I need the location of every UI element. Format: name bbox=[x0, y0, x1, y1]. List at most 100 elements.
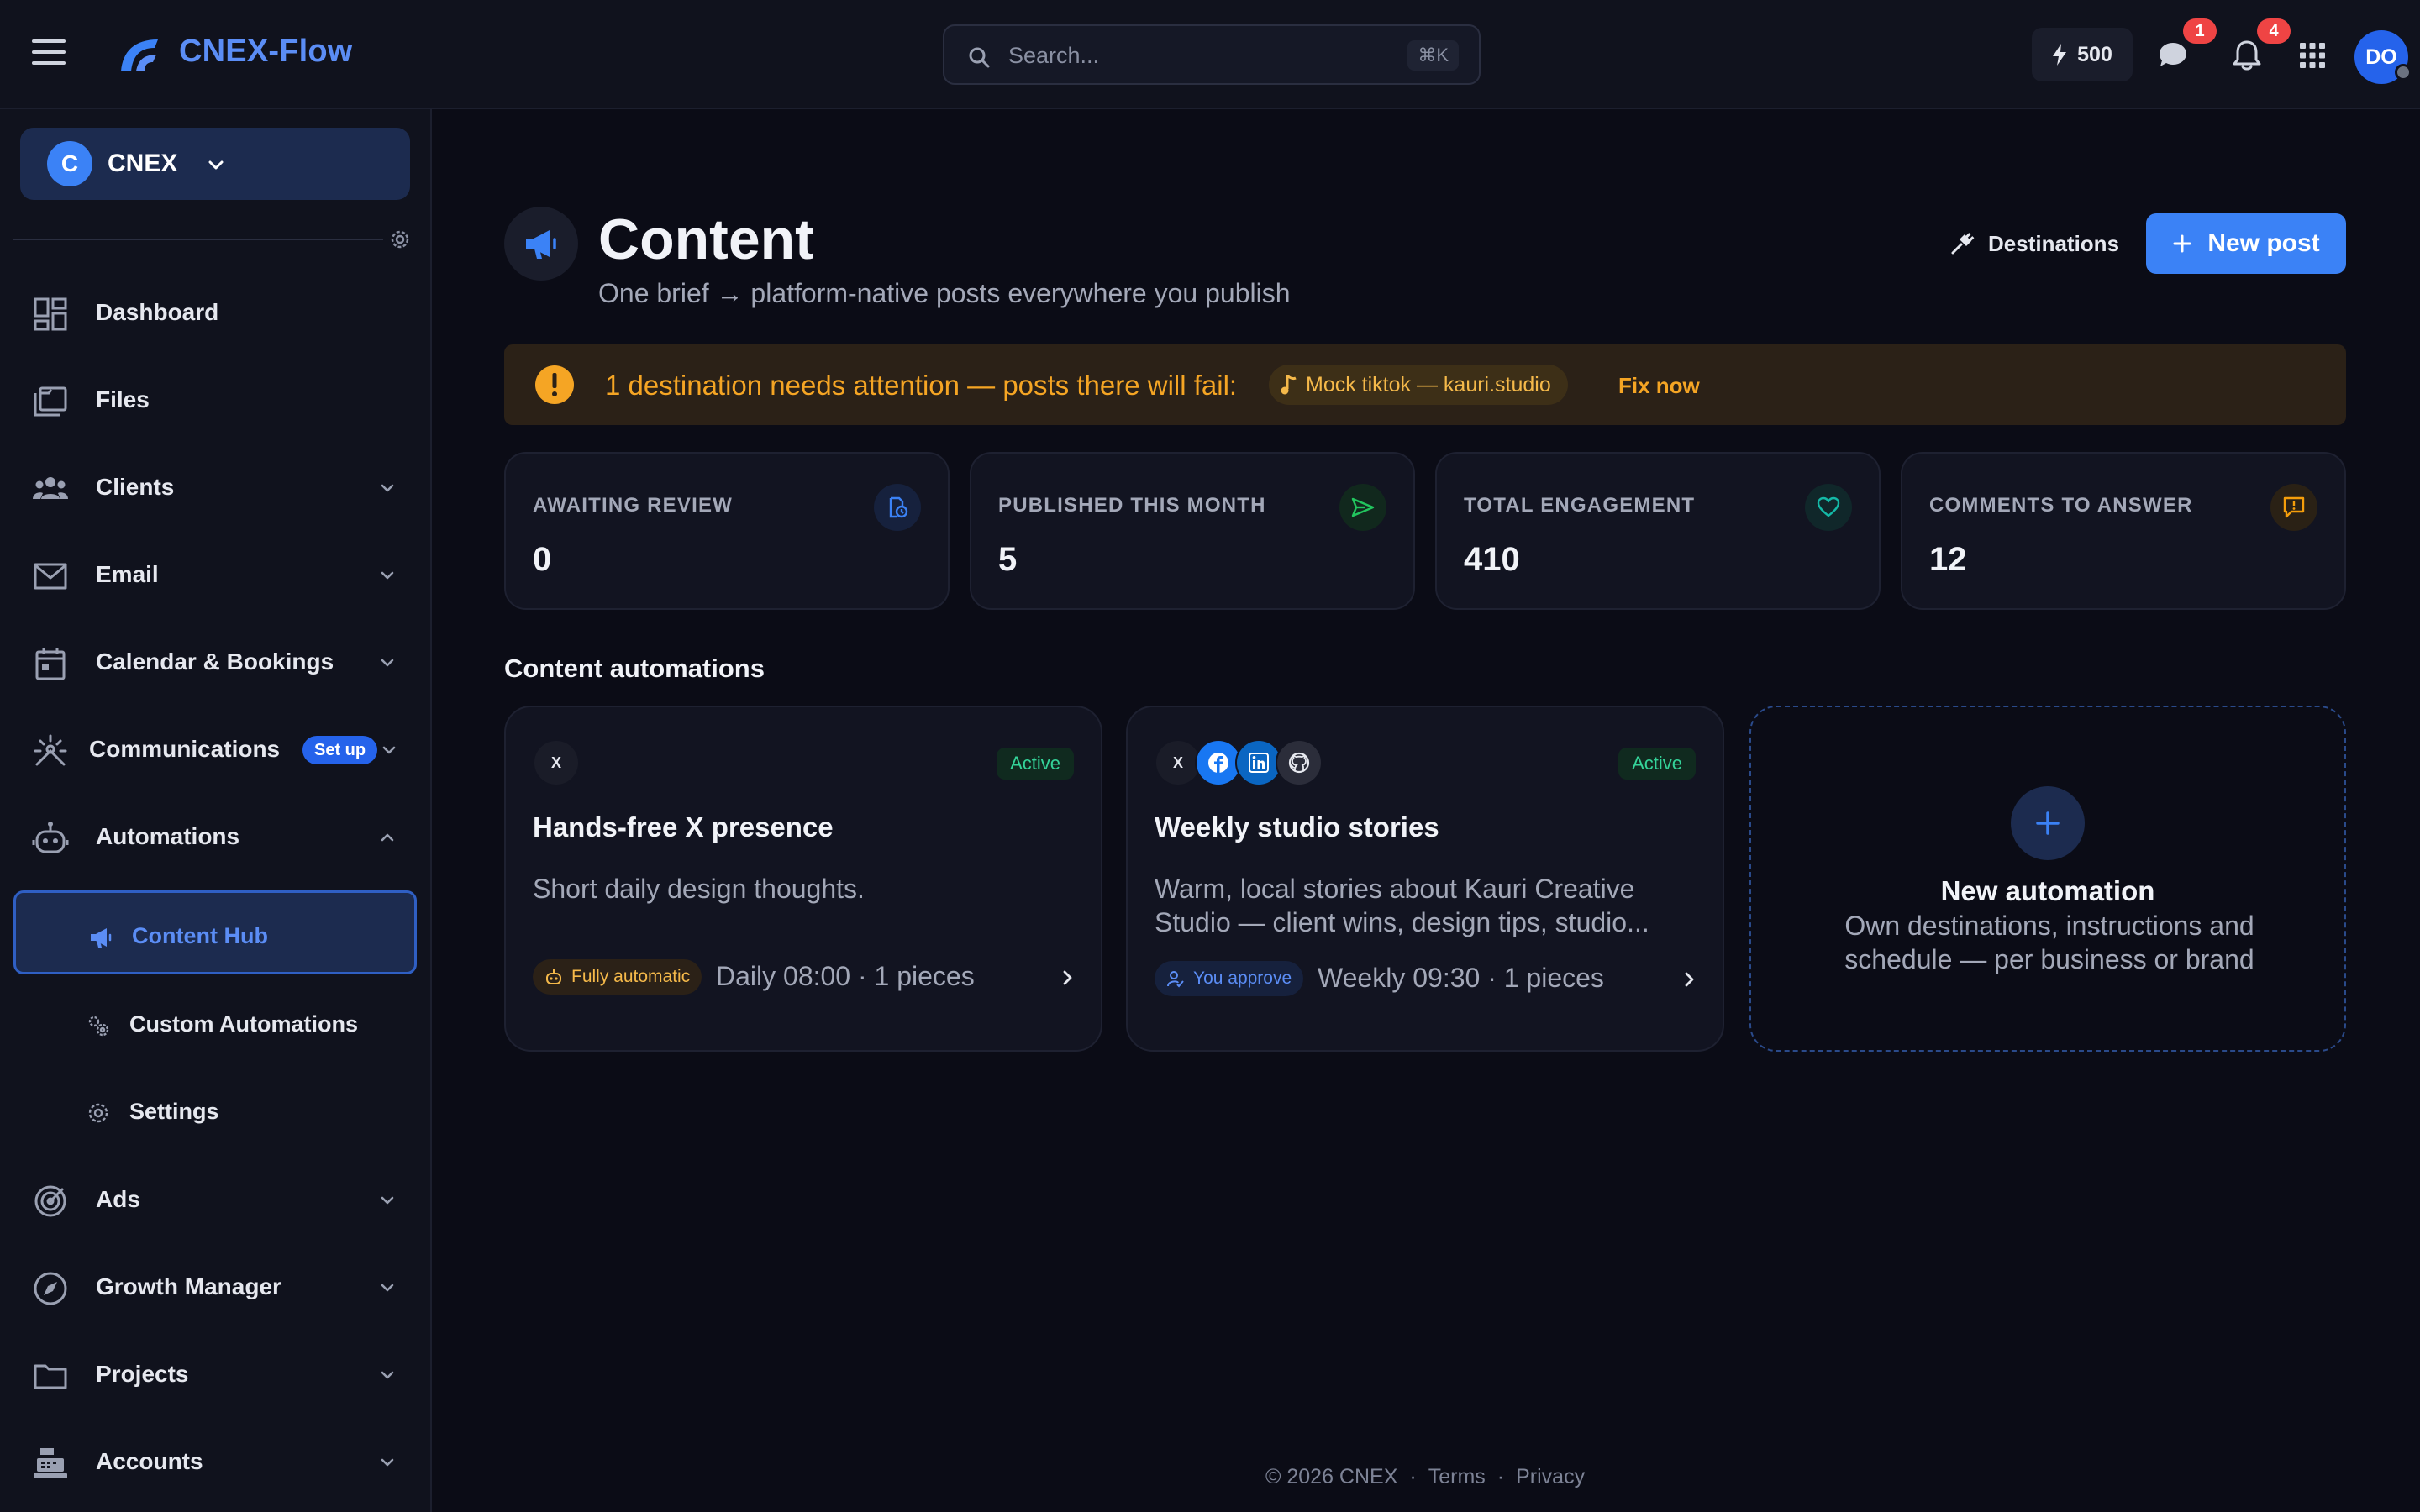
setup-badge[interactable]: Set up bbox=[302, 736, 378, 764]
sidebar-item-label: Files bbox=[96, 386, 150, 412]
sidebar-item-ads[interactable]: Ads bbox=[0, 1166, 430, 1233]
chevron-up-icon bbox=[381, 833, 394, 842]
new-automation-description: Own destinations, instructions and sched… bbox=[1844, 911, 2254, 974]
chevron-down-icon bbox=[381, 571, 394, 580]
chevron-down-icon bbox=[381, 484, 394, 492]
sidebar-item-files[interactable]: Files bbox=[0, 366, 430, 433]
sidebar-item-label: Email bbox=[96, 561, 159, 587]
warning-icon bbox=[535, 365, 574, 404]
mode-badge: Fully automatic bbox=[533, 959, 702, 995]
chevron-down-icon bbox=[381, 1371, 394, 1379]
sidebar: C CNEX Dashboard Files Clients Email Cal… bbox=[0, 109, 432, 1512]
sidebar-item-label: Clients bbox=[96, 474, 175, 500]
folder-icon bbox=[34, 1364, 67, 1389]
new-post-label: New post bbox=[2207, 229, 2320, 257]
review-icon bbox=[874, 484, 921, 531]
chevron-right-icon bbox=[1063, 970, 1072, 985]
chevron-down-icon bbox=[208, 160, 224, 170]
dashboard-icon bbox=[34, 297, 67, 331]
mode-label: Fully automatic bbox=[571, 967, 691, 986]
destination-chip[interactable]: Mock tiktok — kauri.studio bbox=[1269, 365, 1568, 405]
stat-card-published-this-month[interactable]: PUBLISHED THIS MONTH 5 bbox=[970, 452, 1415, 610]
automation-schedule: Daily 08:00 · 1 pieces bbox=[716, 961, 975, 991]
sidebar-item-label: Communications bbox=[89, 736, 281, 762]
avatar-initials: DO bbox=[2365, 45, 2397, 69]
sidebar-item-growth-manager[interactable]: Growth Manager bbox=[0, 1253, 430, 1320]
bell-icon[interactable] bbox=[2230, 39, 2264, 72]
destinations-label: Destinations bbox=[1988, 230, 2120, 256]
footer-copyright: © 2026 CNEX bbox=[1265, 1465, 1398, 1488]
sidebar-subitem-custom-automations[interactable]: Custom Automations bbox=[13, 981, 417, 1065]
heart-icon bbox=[1805, 484, 1852, 531]
calendar-icon bbox=[35, 648, 66, 680]
stat-value: 5 bbox=[998, 541, 1018, 578]
stat-label: TOTAL ENGAGEMENT bbox=[1464, 494, 1696, 517]
add-automation-icon bbox=[2011, 786, 2085, 860]
sidebar-item-communications[interactable]: Communications Set up bbox=[0, 716, 430, 783]
sidebar-subitem-settings[interactable]: Settings bbox=[13, 1068, 417, 1152]
mode-badge: You approve bbox=[1155, 961, 1304, 996]
stat-value: 12 bbox=[1929, 541, 1967, 578]
gears-icon bbox=[88, 1016, 109, 1037]
sidebar-settings-icon[interactable] bbox=[388, 228, 412, 251]
automation-description: Warm, local stories about Kauri Creative… bbox=[1155, 874, 1649, 937]
stat-label: COMMENTS TO ANSWER bbox=[1929, 494, 2193, 517]
sidebar-item-label: Projects bbox=[96, 1361, 189, 1387]
stat-card-awaiting-review[interactable]: AWAITING REVIEW 0 bbox=[504, 452, 950, 610]
search-bar[interactable]: ⌘K bbox=[943, 24, 1481, 85]
footer-separator: · bbox=[1409, 1465, 1417, 1488]
chat-icon[interactable] bbox=[2156, 39, 2190, 72]
workspace-avatar: C bbox=[47, 141, 92, 186]
sidebar-item-dashboard[interactable]: Dashboard bbox=[0, 279, 430, 346]
lightning-icon bbox=[2053, 44, 2067, 66]
page-subtitle: One brief → platform-native posts everyw… bbox=[598, 278, 1291, 308]
sidebar-item-accounts[interactable]: Accounts bbox=[0, 1428, 430, 1495]
new-automation-card[interactable]: New automation Own destinations, instruc… bbox=[1749, 706, 2346, 1052]
email-icon bbox=[34, 563, 67, 590]
destinations-button[interactable]: Destinations bbox=[1943, 222, 2126, 265]
automation-card-hands-free-x[interactable]: X Active Hands-free X presence Short dai… bbox=[504, 706, 1102, 1052]
platform-icons: X bbox=[1155, 739, 1323, 786]
automation-description: Short daily design thoughts. bbox=[533, 874, 865, 904]
user-avatar[interactable]: DO bbox=[2354, 30, 2412, 84]
privacy-link[interactable]: Privacy bbox=[1516, 1465, 1585, 1489]
fix-now-link[interactable]: Fix now bbox=[1618, 373, 1700, 399]
chevron-down-icon bbox=[381, 1458, 394, 1467]
stat-value: 410 bbox=[1464, 541, 1520, 578]
sidebar-item-email[interactable]: Email bbox=[0, 541, 430, 608]
sidebar-item-label: Custom Automations bbox=[129, 1011, 358, 1037]
sidebar-item-calendar-bookings[interactable]: Calendar & Bookings bbox=[0, 628, 430, 696]
sidebar-item-clients[interactable]: Clients bbox=[0, 454, 430, 521]
sidebar-item-automations[interactable]: Automations bbox=[0, 803, 430, 870]
mode-label: You approve bbox=[1193, 969, 1292, 988]
chevron-down-icon bbox=[381, 659, 394, 667]
stat-label: PUBLISHED THIS MONTH bbox=[998, 494, 1266, 517]
brand-name[interactable]: CNEX-Flow bbox=[179, 34, 353, 70]
sidebar-item-label: Accounts bbox=[96, 1448, 203, 1474]
destination-chip-label: Mock tiktok — kauri.studio bbox=[1306, 372, 1551, 396]
sidebar-item-label: Settings bbox=[129, 1099, 219, 1124]
menu-icon[interactable] bbox=[32, 39, 66, 70]
stat-card-comments-to-answer[interactable]: COMMENTS TO ANSWER 12 bbox=[1901, 452, 2346, 610]
stat-card-total-engagement[interactable]: TOTAL ENGAGEMENT 410 bbox=[1435, 452, 1881, 610]
top-bar: CNEX-Flow ⌘K 500 1 4 DO bbox=[0, 0, 2420, 109]
terms-link[interactable]: Terms bbox=[1428, 1465, 1486, 1489]
credits-button[interactable]: 500 bbox=[2032, 28, 2133, 81]
chevron-right-icon bbox=[1685, 972, 1694, 987]
automation-footer: Fully automatic Daily 08:00 · 1 pieces bbox=[533, 959, 1077, 998]
status-badge: Active bbox=[1618, 748, 1696, 780]
sidebar-subitem-content-hub[interactable]: Content Hub bbox=[13, 890, 417, 974]
apps-grid-icon[interactable] bbox=[2299, 42, 2326, 69]
compass-icon bbox=[34, 1272, 67, 1305]
messages-badge: 1 bbox=[2183, 18, 2217, 44]
search-input[interactable] bbox=[1008, 39, 1361, 71]
status-badge: Active bbox=[997, 748, 1074, 780]
sidebar-divider bbox=[13, 239, 383, 240]
megaphone-icon bbox=[526, 230, 556, 259]
workspace-switcher[interactable]: C CNEX bbox=[20, 128, 410, 200]
sidebar-item-projects[interactable]: Projects bbox=[0, 1341, 430, 1408]
comment-alert-icon bbox=[2270, 484, 2317, 531]
new-post-button[interactable]: New post bbox=[2146, 213, 2346, 274]
automation-card-weekly-studio-stories[interactable]: X Active Weekly studio stories Warm, loc… bbox=[1126, 706, 1724, 1052]
user-check-icon bbox=[1167, 971, 1184, 988]
